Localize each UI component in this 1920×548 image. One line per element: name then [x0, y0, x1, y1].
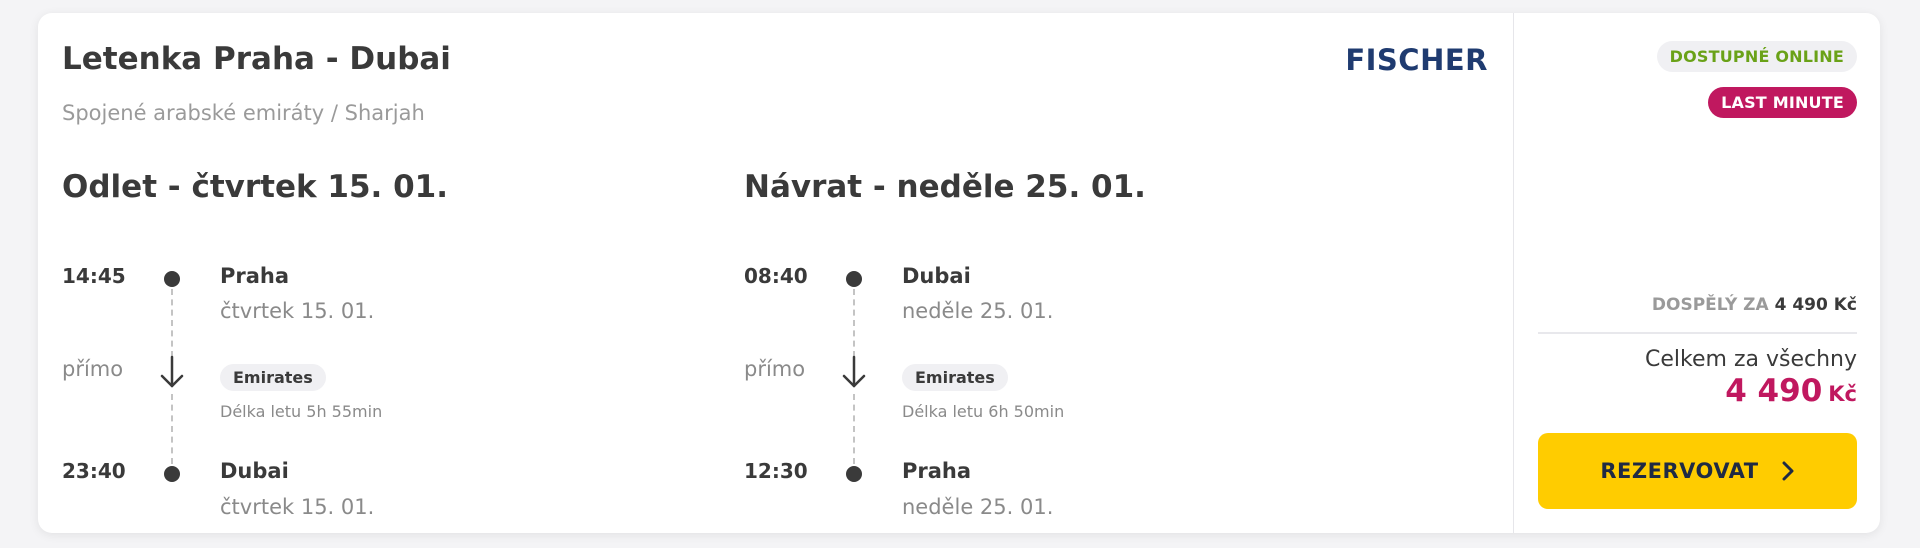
outbound-airline-badge: Emirates — [220, 364, 326, 391]
arrow-down-icon — [842, 355, 866, 388]
total-price: 4 490 Kč — [1725, 373, 1857, 409]
outbound-arrive-date: čtvrtek 15. 01. — [220, 495, 375, 519]
route-line — [171, 289, 173, 357]
return-depart-date: neděle 25. 01. — [902, 299, 1054, 323]
adult-price-label: DOSPĚLÝ ZA — [1651, 295, 1769, 315]
return-depart-time: 08:40 — [744, 264, 808, 288]
return-leg: Návrat - neděle 25. 01. 08:40 Dubai nedě… — [744, 169, 1364, 529]
outbound-heading: Odlet - čtvrtek 15. 01. — [62, 169, 449, 205]
outbound-depart-place: Praha — [220, 264, 290, 288]
route-line — [171, 394, 173, 464]
outbound-depart-date: čtvrtek 15. 01. — [220, 299, 375, 323]
outbound-duration: Délka letu 5h 55min — [220, 402, 383, 421]
chevron-right-icon — [1782, 461, 1794, 481]
depart-dot-icon — [164, 271, 180, 287]
outbound-depart-time: 14:45 — [62, 264, 126, 288]
arrive-dot-icon — [164, 466, 180, 482]
return-arrive-time: 12:30 — [744, 459, 808, 483]
outbound-leg: Odlet - čtvrtek 15. 01. 14:45 Praha čtvr… — [62, 169, 682, 529]
arrive-dot-icon — [846, 466, 862, 482]
reserve-button-label: REZERVOVAT — [1600, 459, 1759, 483]
return-airline-badge: Emirates — [902, 364, 1008, 391]
offer-title: Letenka Praha - Dubai — [62, 41, 451, 77]
online-badge: DOSTUPNÉ ONLINE — [1656, 41, 1857, 72]
route-line — [853, 394, 855, 464]
return-heading: Návrat - neděle 25. 01. — [744, 169, 1146, 205]
outbound-stops: přímo — [62, 357, 124, 381]
return-arrive-date: neděle 25. 01. — [902, 495, 1054, 519]
adult-price-value: 4 490 Kč — [1774, 295, 1857, 315]
brand-logo: FISCHER — [1345, 43, 1488, 77]
total-label: Celkem za všechny — [1645, 347, 1857, 372]
return-depart-place: Dubai — [902, 264, 971, 288]
adult-price-line: DOSPĚLÝ ZA 4 490 Kč — [1652, 295, 1857, 315]
return-duration: Délka letu 6h 50min — [902, 402, 1065, 421]
flight-details: Letenka Praha - Dubai Spojené arabské em… — [38, 13, 1512, 533]
total-currency: Kč — [1828, 382, 1857, 406]
return-stops: přímo — [744, 357, 806, 381]
reserve-button[interactable]: REZERVOVAT — [1538, 433, 1857, 509]
depart-dot-icon — [846, 271, 862, 287]
return-arrive-place: Praha — [902, 459, 972, 483]
outbound-arrive-place: Dubai — [220, 459, 289, 483]
last-minute-badge: LAST MINUTE — [1708, 87, 1857, 118]
route-line — [853, 289, 855, 357]
arrow-down-icon — [160, 355, 184, 388]
total-amount: 4 490 — [1725, 373, 1823, 409]
outbound-arrive-time: 23:40 — [62, 459, 126, 483]
destination-subtitle: Spojené arabské emiráty / Sharjah — [62, 101, 425, 125]
divider — [1538, 332, 1857, 334]
flight-offer-card: Letenka Praha - Dubai Spojené arabské em… — [38, 13, 1880, 533]
price-panel: DOSTUPNÉ ONLINE LAST MINUTE DOSPĚLÝ ZA 4… — [1513, 13, 1880, 533]
